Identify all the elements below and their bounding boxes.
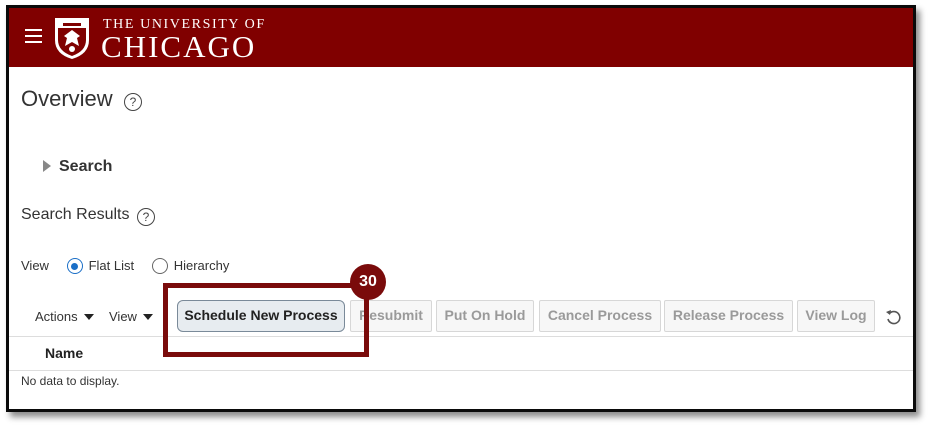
search-results-title: Search Results bbox=[21, 206, 130, 223]
question-circle-icon[interactable]: ? bbox=[137, 208, 155, 226]
refresh-icon[interactable] bbox=[885, 309, 901, 325]
search-disclosure[interactable]: Search bbox=[43, 158, 112, 176]
results-toolbar: Actions View Schedule New Process Resubm… bbox=[9, 296, 913, 337]
hierarchy-label[interactable]: Hierarchy bbox=[174, 258, 230, 273]
cancel-process-button[interactable]: Cancel Process bbox=[539, 300, 661, 332]
flat-list-label[interactable]: Flat List bbox=[89, 258, 135, 273]
expand-triangle-icon bbox=[43, 160, 51, 172]
flat-list-radio[interactable] bbox=[66, 258, 83, 274]
actions-label: Actions bbox=[35, 309, 78, 324]
view-menu-label: View bbox=[109, 309, 137, 324]
caret-down-icon bbox=[83, 314, 94, 320]
view-menu[interactable]: View bbox=[109, 309, 153, 324]
divider bbox=[9, 370, 913, 371]
view-selector: View Flat List Hierarchy bbox=[21, 258, 229, 274]
page-title: Overview bbox=[21, 86, 113, 111]
column-header-name[interactable]: Name bbox=[45, 345, 83, 361]
view-log-button[interactable]: View Log bbox=[797, 300, 875, 332]
empty-table-message: No data to display. bbox=[21, 374, 120, 388]
caret-down-icon bbox=[142, 314, 153, 320]
logo-bottom-text: CHICAGO bbox=[101, 29, 257, 64]
hierarchy-radio[interactable] bbox=[151, 258, 168, 274]
phoenix-crest-icon bbox=[55, 18, 89, 59]
question-circle-icon[interactable]: ? bbox=[124, 93, 142, 111]
release-process-button[interactable]: Release Process bbox=[664, 300, 793, 332]
put-on-hold-button[interactable]: Put On Hold bbox=[436, 300, 534, 332]
step-badge: 30 bbox=[350, 264, 386, 300]
callout-highlight-box bbox=[163, 283, 369, 357]
search-label: Search bbox=[59, 158, 113, 175]
hamburger-icon[interactable] bbox=[23, 25, 45, 47]
view-label: View bbox=[21, 258, 49, 273]
top-banner: THE UNIVERSITY OF CHICAGO bbox=[9, 8, 913, 67]
app-window: THE UNIVERSITY OF CHICAGO Overview ? Sea… bbox=[6, 5, 916, 412]
actions-menu[interactable]: Actions bbox=[35, 309, 94, 324]
